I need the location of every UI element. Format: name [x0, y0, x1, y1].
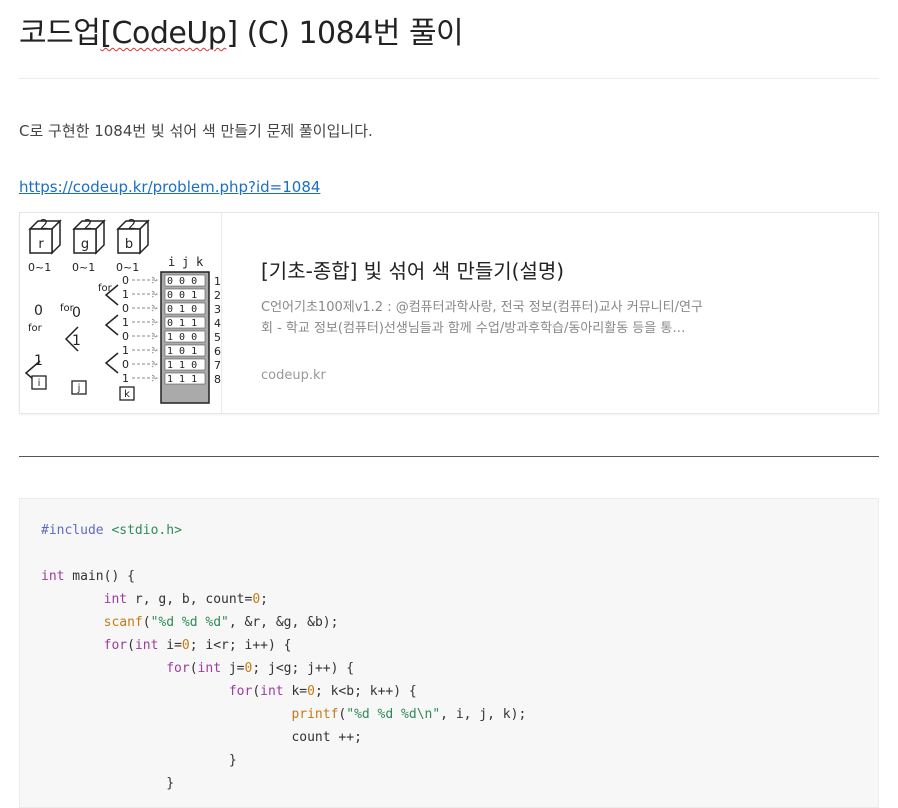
arrow-value: 1	[122, 372, 129, 385]
arrow-value: 0	[122, 302, 129, 315]
table-row: 0 1 1	[167, 318, 197, 329]
arrow	[132, 332, 158, 340]
var-label: i	[38, 378, 41, 389]
table-header: k	[196, 255, 204, 269]
arrow-value: 0	[122, 274, 129, 287]
row-number: 6	[214, 345, 221, 358]
card-description: C언어기초100제v1.2 : @컴퓨터과학사랑, 전국 정보(컴퓨터)교사 커…	[261, 297, 741, 339]
title-divider	[19, 78, 879, 79]
loop-chevron-k3	[104, 352, 119, 374]
box-front-label: b	[125, 237, 133, 252]
row-number: 1	[214, 275, 221, 288]
code-line: }	[41, 776, 175, 791]
arrow-value: 0	[122, 330, 129, 343]
arrow	[132, 346, 158, 354]
arrow-value: 1	[122, 316, 129, 329]
arrow	[132, 290, 158, 298]
box-top-label: 2	[84, 218, 92, 233]
title-spellcheck-word: [CodeUp	[100, 16, 227, 51]
title-prefix: 코드업	[19, 16, 101, 51]
title-suffix: ] (C) 1084번 풀이	[226, 16, 464, 51]
card-desc-line: 회 - 학교 정보(컴퓨터)선생님들과 함께 수업/방과후학습/동아리활동 등을…	[261, 321, 686, 336]
table-row: 1 0 1	[167, 346, 197, 357]
box-top-label: 2	[40, 218, 48, 233]
arrow-value: 1	[122, 288, 129, 301]
card-title[interactable]: [기초-종합] 빛 섞어 색 만들기(설명)	[261, 255, 564, 284]
post-title: 코드업[CodeUp] (C) 1084번 풀이	[19, 8, 464, 52]
code-line: #include <stdio.h>	[41, 523, 182, 538]
box-top-label: 2	[128, 218, 136, 233]
table-row: 1 0 0	[167, 332, 197, 343]
for-label: for	[98, 283, 113, 294]
section-divider	[19, 456, 879, 457]
code-block: #include <stdio.h> int main() { int r, g,…	[19, 498, 879, 808]
arrow	[132, 304, 158, 312]
var-label: j	[77, 383, 81, 394]
code-line: for(int i=0; i<r; i++) {	[103, 638, 292, 653]
code-line: printf("%d %d %d\n", i, j, k);	[291, 707, 527, 722]
loop-end-j: 1	[72, 333, 81, 349]
var-label: k	[124, 389, 130, 400]
code-line: scanf("%d %d %d", &r, &g, &b);	[103, 615, 339, 630]
card-desc-line: C언어기초100제v1.2 : @컴퓨터과학사랑, 전국 정보(컴퓨터)교사 커…	[261, 300, 703, 315]
card-thumbnail[interactable]: 2 r 0~1 2 g 0~1 2 b 0~1 i j k 0 0 0100 0 1210 1 0300…	[20, 213, 222, 413]
code-line: for(int k=0; k<b; k++) {	[228, 684, 417, 699]
arrow	[132, 318, 158, 326]
row-number: 5	[214, 331, 221, 344]
for-label: for	[28, 323, 43, 334]
arrow	[132, 374, 158, 382]
loop-start-i: 0	[34, 303, 43, 319]
range-label: 0~1	[72, 261, 95, 274]
loop-start-j: 0	[72, 305, 81, 321]
table-row: 0 0 1	[167, 290, 197, 301]
row-number: 4	[214, 317, 221, 330]
table-row: 1 1 0	[167, 360, 197, 371]
card-domain: codeup.kr	[261, 368, 326, 383]
box-front-label: r	[38, 237, 44, 252]
code-line: count ++;	[41, 730, 362, 745]
table-header: j	[182, 255, 189, 269]
code-line: int r, g, b, count=0;	[103, 592, 268, 607]
row-number: 7	[214, 359, 221, 372]
code-line: }	[41, 753, 237, 768]
intro-text: C로 구현한 1084번 빛 섞어 색 만들기 문제 풀이입니다.	[19, 122, 373, 140]
arrow	[132, 276, 158, 284]
row-number: 3	[214, 303, 221, 316]
thumbnail-illustration: 2r0~12g0~12b0~1 i j k0 0 0 100 0 1 210 1 0 300…	[24, 218, 221, 404]
code-line: int main() {	[41, 569, 135, 584]
range-label: 0~1	[28, 261, 51, 274]
table-header: i	[168, 255, 175, 269]
table-row: 0 1 0	[167, 304, 197, 315]
table-row: 0 0 0	[167, 276, 197, 287]
arrow-value: 1	[122, 344, 129, 357]
link-preview-card[interactable]: 2 r 0~1 2 g 0~1 2 b 0~1 i j k 0 0 0100 0 1210 1 0300…	[19, 212, 879, 414]
row-number: 8	[214, 373, 221, 386]
problem-link[interactable]: https://codeup.kr/problem.php?id=1084	[19, 178, 320, 196]
box-front-label: g	[81, 237, 89, 252]
loop-end-i: 1	[34, 353, 43, 369]
code-line: for(int j=0; j<g; j++) {	[166, 661, 355, 676]
range-label: 0~1	[116, 261, 139, 274]
loop-chevron-k2	[104, 314, 119, 336]
row-number: 2	[214, 289, 221, 302]
arrow	[132, 360, 158, 368]
table-row: 1 1 1	[167, 374, 197, 385]
arrow-value: 0	[122, 358, 129, 371]
